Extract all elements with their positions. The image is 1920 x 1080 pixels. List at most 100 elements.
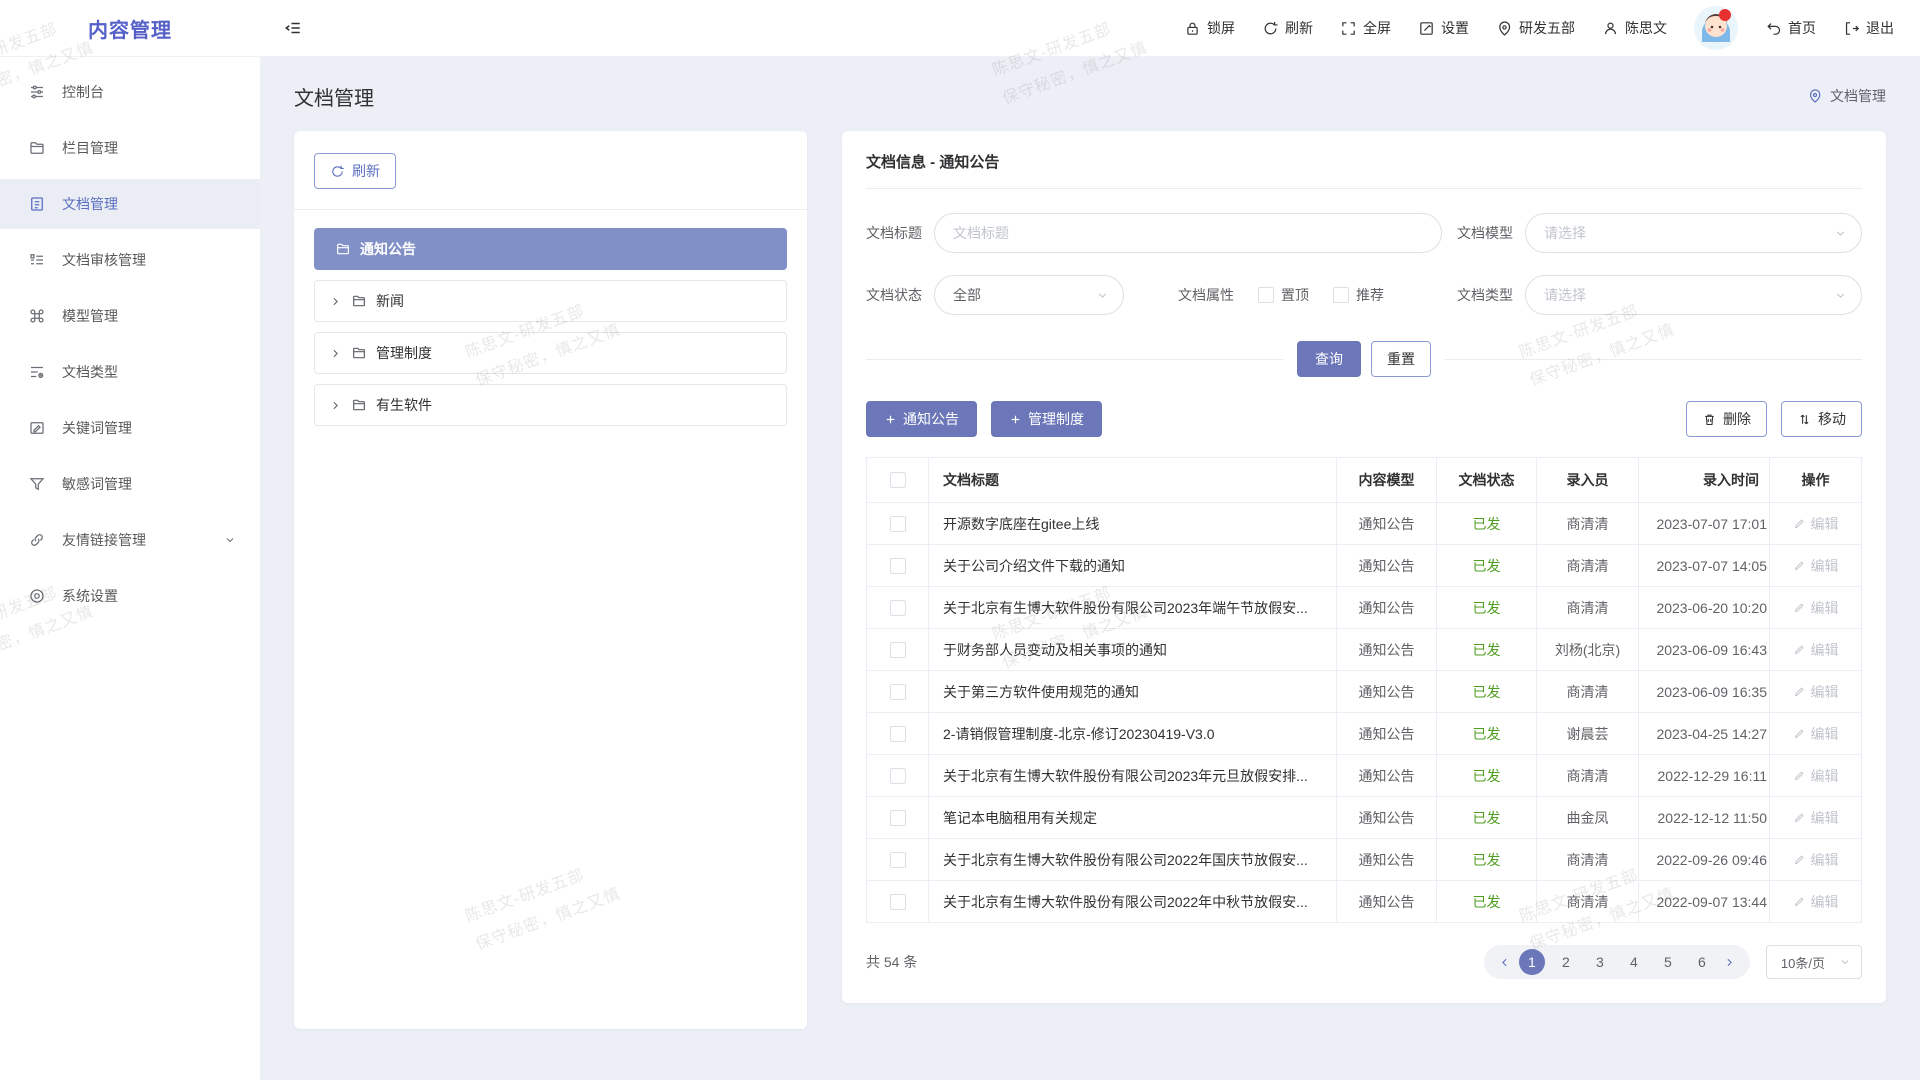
row-checkbox[interactable] <box>890 642 906 658</box>
tree-refresh-button[interactable]: 刷新 <box>314 153 396 189</box>
doc-title-cell[interactable]: 关于北京有生博大软件股份有限公司2022年中秋节放假安... <box>929 881 1337 922</box>
sidebar-item-models[interactable]: 模型管理 <box>0 291 260 341</box>
user-button[interactable]: 陈思文 <box>1602 18 1667 38</box>
tree-node-software[interactable]: 有生软件 <box>314 384 787 426</box>
tree-node-rules[interactable]: 管理制度 <box>314 332 787 374</box>
tree-node-news[interactable]: 新闻 <box>314 280 787 322</box>
next-page-button[interactable] <box>1723 956 1736 969</box>
doc-title-cell[interactable]: 笔记本电脑租用有关规定 <box>929 797 1337 838</box>
pagination: 共 54 条 123456 10条/页 <box>866 945 1862 979</box>
table-body: 开源数字底座在gitee上线 通知公告 已发 商清清 2023-07-07 17… <box>867 503 1862 923</box>
doc-model-select[interactable]: 请选择 <box>1525 213 1862 253</box>
edit-button[interactable]: 编辑 <box>1793 850 1839 870</box>
column-header: 文档标题 <box>929 458 1337 502</box>
row-checkbox[interactable] <box>890 558 906 574</box>
fullscreen-icon <box>1340 20 1357 37</box>
doc-operator-cell: 曲金凤 <box>1537 797 1639 838</box>
doc-model-cell: 通知公告 <box>1337 797 1437 838</box>
add-notice-button[interactable]: 通知公告 <box>866 401 977 437</box>
edit-button[interactable]: 编辑 <box>1793 556 1839 576</box>
fullscreen-button[interactable]: 全屏 <box>1340 18 1391 38</box>
lock-screen-button[interactable]: 锁屏 <box>1184 18 1235 38</box>
edit-button[interactable]: 编辑 <box>1793 598 1839 618</box>
category-tree-panel: 刷新 通知公告 新闻 管理制度 有生软件 <box>294 131 807 1029</box>
sidebar-item-columns[interactable]: 栏目管理 <box>0 123 260 173</box>
edit-button[interactable]: 编辑 <box>1793 766 1839 786</box>
lock-icon <box>1184 20 1201 37</box>
doc-attr-label: 文档属性 <box>1178 285 1234 305</box>
refresh-button[interactable]: 刷新 <box>1262 18 1313 38</box>
edit-button[interactable]: 编辑 <box>1793 640 1839 660</box>
table-row: 关于第三方软件使用规范的通知 通知公告 已发 商清清 2023-06-09 16… <box>867 671 1862 713</box>
edit-button[interactable]: 编辑 <box>1793 892 1839 912</box>
edit-button[interactable]: 编辑 <box>1793 514 1839 534</box>
doc-title-cell[interactable]: 关于第三方软件使用规范的通知 <box>929 671 1337 712</box>
home-button[interactable]: 首页 <box>1765 18 1816 38</box>
page-number-button[interactable]: 6 <box>1689 949 1715 975</box>
sidebar-item-doc-review[interactable]: 文档审核管理 <box>0 235 260 285</box>
user-icon <box>1602 20 1619 37</box>
sidebar-item-doc-types[interactable]: 文档类型 <box>0 347 260 397</box>
row-checkbox[interactable] <box>890 726 906 742</box>
doc-status-cell: 已发 <box>1437 839 1537 880</box>
settings-button[interactable]: 设置 <box>1418 18 1469 38</box>
doc-title-cell[interactable]: 关于北京有生博大软件股份有限公司2023年端午节放假安... <box>929 587 1337 628</box>
edit-button[interactable]: 编辑 <box>1793 724 1839 744</box>
row-checkbox[interactable] <box>890 810 906 826</box>
doc-title-cell[interactable]: 2-请销假管理制度-北京-修订20230419-V3.0 <box>929 713 1337 754</box>
tree-node-notice[interactable]: 通知公告 <box>314 228 787 270</box>
select-all-checkbox[interactable] <box>890 472 906 488</box>
logout-button[interactable]: 退出 <box>1843 18 1894 38</box>
page-size-select[interactable]: 10条/页 <box>1766 945 1862 979</box>
page-number-button[interactable]: 3 <box>1587 949 1613 975</box>
doc-time-cell: 2023-06-20 10:20 <box>1639 587 1770 628</box>
page-number-button[interactable]: 4 <box>1621 949 1647 975</box>
page-number-button[interactable]: 1 <box>1519 949 1545 975</box>
row-checkbox[interactable] <box>890 600 906 616</box>
attr-top-checkbox[interactable]: 置顶 <box>1258 285 1309 305</box>
search-button[interactable]: 查询 <box>1297 341 1361 377</box>
add-rule-button[interactable]: 管理制度 <box>991 401 1102 437</box>
sidebar-item-friend-links[interactable]: 友情链接管理 <box>0 515 260 565</box>
doc-title-cell[interactable]: 开源数字底座在gitee上线 <box>929 503 1337 544</box>
doc-title-input[interactable] <box>934 213 1442 253</box>
sidebar-item-documents[interactable]: 文档管理 <box>0 179 260 229</box>
doc-type-select[interactable]: 请选择 <box>1525 275 1862 315</box>
doc-title-cell[interactable]: 关于北京有生博大软件股份有限公司2022年国庆节放假安... <box>929 839 1337 880</box>
refresh-icon <box>1262 20 1279 37</box>
row-checkbox[interactable] <box>890 684 906 700</box>
pencil-icon <box>1793 685 1806 698</box>
delete-button[interactable]: 删除 <box>1686 401 1767 437</box>
department-button[interactable]: 研发五部 <box>1496 18 1575 38</box>
panel-title: 文档信息 - 通知公告 <box>866 151 1862 189</box>
pencil-icon <box>1793 853 1806 866</box>
avatar[interactable] <box>1694 6 1738 50</box>
page-number-button[interactable]: 5 <box>1655 949 1681 975</box>
doc-time-cell: 2022-09-26 09:46 <box>1639 839 1770 880</box>
logout-icon <box>1843 20 1860 37</box>
pencil-icon <box>1793 769 1806 782</box>
reset-button[interactable]: 重置 <box>1371 341 1431 377</box>
sidebar-item-sensitive-words[interactable]: 敏感词管理 <box>0 459 260 509</box>
doc-status-select[interactable]: 全部 <box>934 275 1124 315</box>
row-checkbox[interactable] <box>890 852 906 868</box>
edit-button[interactable]: 编辑 <box>1793 808 1839 828</box>
collapse-sidebar-icon[interactable] <box>284 19 302 37</box>
doc-title-cell[interactable]: 关于北京有生博大软件股份有限公司2023年元旦放假安排... <box>929 755 1337 796</box>
edit-button[interactable]: 编辑 <box>1793 682 1839 702</box>
location-pin-icon <box>1496 20 1513 37</box>
page-number-button[interactable]: 2 <box>1553 949 1579 975</box>
sidebar-item-console[interactable]: 控制台 <box>0 67 260 117</box>
doc-title-cell[interactable]: 关于公司介绍文件下载的通知 <box>929 545 1337 586</box>
doc-model-label: 文档模型 <box>1457 223 1513 243</box>
row-checkbox[interactable] <box>890 894 906 910</box>
breadcrumb[interactable]: 文档管理 <box>1807 86 1886 106</box>
sidebar-item-keywords[interactable]: 关键词管理 <box>0 403 260 453</box>
prev-page-button[interactable] <box>1498 956 1511 969</box>
doc-title-cell[interactable]: 于财务部人员变动及相关事项的通知 <box>929 629 1337 670</box>
row-checkbox[interactable] <box>890 768 906 784</box>
row-checkbox[interactable] <box>890 516 906 532</box>
sidebar-item-system-settings[interactable]: 系统设置 <box>0 571 260 621</box>
move-button[interactable]: 移动 <box>1781 401 1862 437</box>
attr-recommend-checkbox[interactable]: 推荐 <box>1333 285 1384 305</box>
